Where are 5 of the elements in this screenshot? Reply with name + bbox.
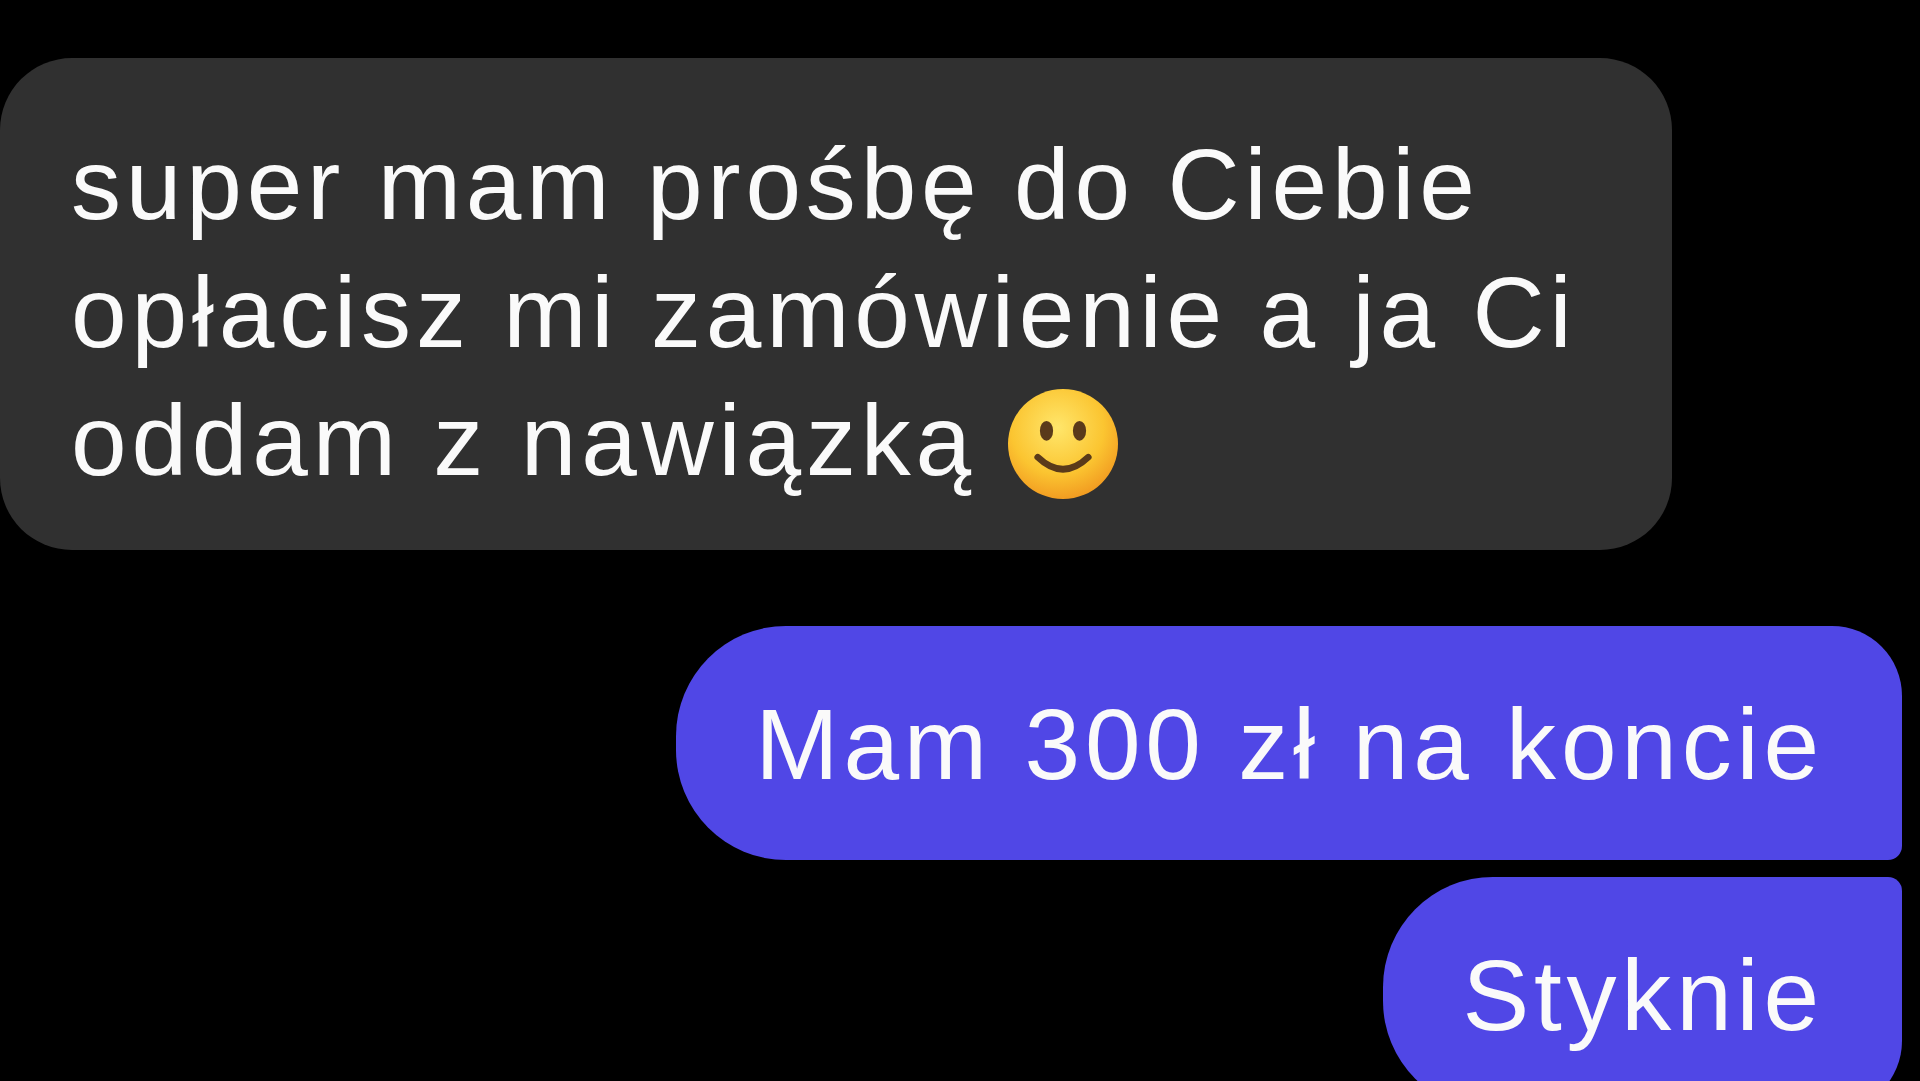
message-text: opłacisz mi zamówienie a ja Ci [71, 255, 1577, 370]
message-text: Mam 300 zł na koncie [755, 687, 1824, 802]
message-text: super mam prośbę do Ciebie [71, 127, 1480, 242]
message-text: oddam z nawiązką [71, 383, 977, 498]
message-text: Styknie [1462, 938, 1824, 1053]
